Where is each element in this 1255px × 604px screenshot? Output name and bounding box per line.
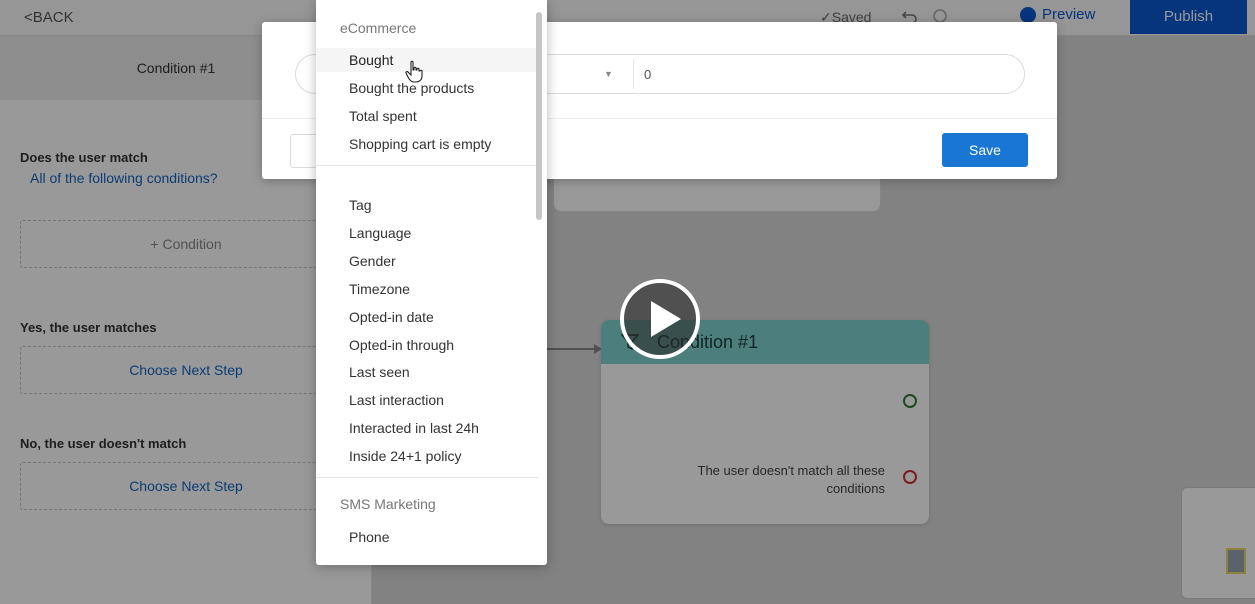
hand-pointer-icon [405, 60, 423, 83]
dropdown-item-interacted-24h[interactable]: Interacted in last 24h [349, 420, 479, 436]
dropdown-item-opted-in-date[interactable]: Opted-in date [349, 309, 434, 325]
dropdown-item-last-interaction[interactable]: Last interaction [349, 392, 444, 408]
dropdown-item-timezone[interactable]: Timezone [349, 281, 410, 297]
video-play-button[interactable] [620, 279, 700, 359]
field-divider [633, 59, 634, 89]
save-button[interactable]: Save [942, 133, 1028, 167]
dropdown-item-inside-policy[interactable]: Inside 24+1 policy [349, 448, 461, 464]
chevron-down-icon[interactable]: ▼ [604, 69, 613, 79]
dropdown-group-label: eCommerce [340, 20, 417, 36]
dropdown-separator [316, 477, 538, 478]
dropdown-item-cart-empty[interactable]: Shopping cart is empty [349, 136, 491, 152]
condition-value-input[interactable] [644, 61, 1004, 87]
dropdown-item-tag[interactable]: Tag [349, 197, 372, 213]
dropdown-item-gender[interactable]: Gender [349, 253, 396, 269]
dropdown-item-bought[interactable]: Bought [349, 52, 393, 68]
dropdown-item-total-spent[interactable]: Total spent [349, 108, 417, 124]
dropdown-group-label: SMS Marketing [340, 496, 436, 512]
play-icon [651, 301, 681, 337]
condition-field-dropdown: eCommerce Bought Bought the products Tot… [316, 0, 547, 565]
dropdown-item-language[interactable]: Language [349, 225, 411, 241]
dropdown-item-opted-in-through[interactable]: Opted-in through [349, 337, 454, 353]
dropdown-item-last-seen[interactable]: Last seen [349, 364, 410, 380]
dropdown-separator [316, 165, 538, 166]
dropdown-scrollbar[interactable] [536, 12, 542, 220]
dropdown-item-phone[interactable]: Phone [349, 529, 389, 545]
